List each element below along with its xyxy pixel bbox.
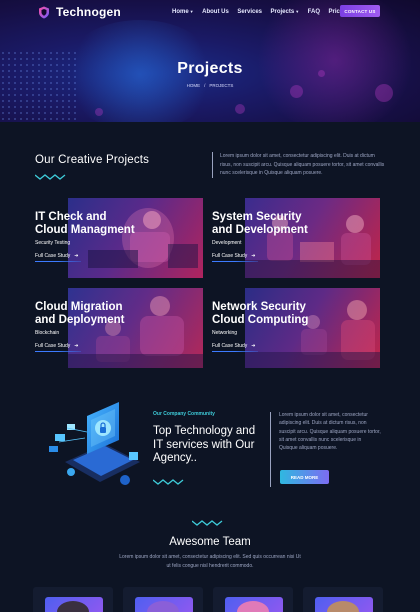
project-image	[68, 288, 203, 368]
community-label: Our Company Community	[153, 411, 215, 417]
page-title: Projects	[177, 60, 243, 77]
brand-name: Technogen	[56, 5, 121, 19]
team-section-description: Lorem ipsum dolor sit amet, consectetur …	[119, 554, 301, 569]
team-section-title: Awesome Team	[169, 536, 251, 548]
nav-item-services[interactable]: Services	[237, 9, 262, 15]
zigzag-divider-icon	[153, 479, 184, 485]
nav-label: About Us	[202, 9, 229, 15]
team-member-card[interactable]	[213, 587, 293, 612]
read-more-button[interactable]: READ MORE	[280, 470, 329, 484]
nav-label: FAQ	[307, 9, 321, 15]
full-case-study-link[interactable]: Full Case Study ➜	[35, 343, 79, 349]
nav-label: Services	[237, 9, 263, 15]
project-card[interactable]: IT Check and Cloud Managment Security Tes…	[35, 198, 203, 278]
team-member-card[interactable]	[33, 587, 113, 612]
project-image	[245, 198, 380, 278]
project-title: IT Check and Cloud Managment	[35, 211, 135, 236]
zigzag-divider-icon	[192, 520, 223, 526]
main-nav: Home▼ About Us Services Projects▼ FAQ Pr…	[172, 9, 357, 15]
arrow-right-icon: ➜	[251, 253, 256, 259]
chevron-down-icon: ▼	[295, 9, 300, 14]
breadcrumb: HOME / PROJECTS	[0, 83, 420, 88]
full-case-study-link[interactable]: Full Case Study ➜	[212, 343, 256, 349]
project-card[interactable]: Cloud Migration and Deployment Blockchain…	[35, 288, 203, 368]
community-description: Lorem ipsum dolor sit amet, consectetur …	[279, 412, 381, 452]
nav-item-home[interactable]: Home▼	[172, 9, 194, 15]
project-tag: Networking	[212, 330, 238, 336]
chevron-down-icon: ▼	[189, 9, 194, 14]
nav-item-projects[interactable]: Projects▼	[271, 9, 300, 15]
project-tag: Blockchain	[35, 330, 60, 336]
arrow-right-icon: ➜	[74, 253, 79, 259]
project-title: Network Security Cloud Computing	[212, 301, 309, 326]
link-label: Full Case Study	[35, 253, 71, 259]
team-member-card[interactable]	[123, 587, 203, 612]
project-image	[245, 288, 380, 368]
full-case-study-link[interactable]: Full Case Study ➜	[35, 253, 79, 259]
link-label: Full Case Study	[212, 253, 248, 259]
nav-label: Home	[172, 9, 189, 15]
project-card[interactable]: Network Security Cloud Computing Networki…	[212, 288, 380, 368]
arrow-right-icon: ➜	[251, 343, 256, 349]
nav-label: Projects	[270, 9, 295, 15]
nav-item-about[interactable]: About Us	[202, 9, 229, 15]
hero-bubble	[235, 104, 245, 114]
vertical-divider	[212, 152, 213, 178]
hero-bubble	[95, 108, 103, 116]
full-case-study-link[interactable]: Full Case Study ➜	[212, 253, 256, 259]
link-underline	[212, 351, 258, 352]
project-tag: Development	[212, 240, 242, 246]
breadcrumb-home[interactable]: HOME	[187, 83, 201, 88]
cloud-security-illustration	[49, 402, 140, 485]
nav-item-faq[interactable]: FAQ	[308, 9, 320, 15]
section-description: Lorem ipsum dolor sit amet, consectetur …	[220, 153, 385, 177]
zigzag-divider-icon	[35, 174, 66, 180]
arrow-right-icon: ➜	[74, 343, 79, 349]
link-underline	[35, 351, 81, 352]
link-label: Full Case Study	[35, 343, 71, 349]
link-label: Full Case Study	[212, 343, 248, 349]
breadcrumb-separator: /	[204, 83, 206, 88]
project-title: System Security and Development	[212, 211, 308, 236]
project-card[interactable]: System Security and Development Developme…	[212, 198, 380, 278]
breadcrumb-current: PROJECTS	[209, 83, 234, 88]
team-member-card[interactable]	[303, 587, 383, 612]
contact-us-button[interactable]: CONTACT US	[340, 5, 380, 17]
community-title: Top Technology and IT services with Our …	[153, 425, 256, 464]
link-underline	[35, 261, 81, 262]
vertical-divider	[270, 412, 271, 487]
shield-logo-icon	[39, 6, 49, 18]
project-tag: Security Testing	[35, 240, 71, 246]
brand-logo[interactable]: Technogen	[38, 5, 121, 19]
project-title: Cloud Migration and Deployment	[35, 301, 125, 326]
hero-banner: Technogen Home▼ About Us Services Projec…	[0, 0, 420, 122]
project-image	[68, 198, 203, 278]
section-title: Our Creative Projects	[35, 154, 150, 166]
link-underline	[212, 261, 258, 262]
